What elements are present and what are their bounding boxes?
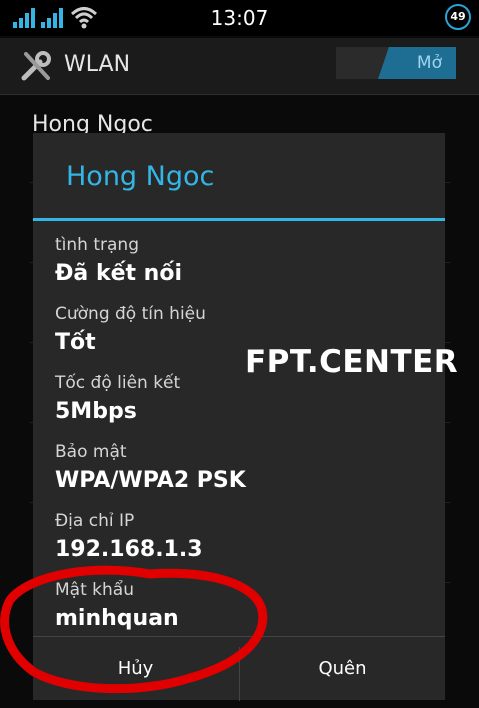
status-time: 13:07 <box>210 6 269 30</box>
ip-address-label: Địa chỉ IP <box>55 511 135 531</box>
wrench-icon[interactable] <box>20 50 54 82</box>
security-value: WPA/WPA2 PSK <box>55 468 246 493</box>
watermark: FPT.CENTER <box>245 344 459 380</box>
red-annotation-circle <box>0 565 268 694</box>
title-divider <box>33 218 445 221</box>
status-bar: 13:07 49 <box>0 0 479 36</box>
dialog-title: Hong Ngoc <box>66 161 215 192</box>
signal-strength-value: Tốt <box>55 330 96 355</box>
page-title: WLAN <box>64 52 131 77</box>
toggle-label: Mở <box>416 53 442 73</box>
status-value: Đã kết nối <box>55 261 182 286</box>
link-speed-value: 5Mbps <box>55 399 137 424</box>
status-label: tình trạng <box>55 235 139 255</box>
ip-address-value: 192.168.1.3 <box>55 537 203 562</box>
battery-circle-icon: 49 <box>445 4 471 30</box>
security-label: Bảo mật <box>55 442 127 462</box>
wlan-toggle[interactable]: Mở <box>336 47 456 79</box>
link-speed-label: Tốc độ liên kết <box>55 373 181 393</box>
action-bar: WLAN Mở <box>0 38 479 95</box>
signal-strength-label: Cường độ tín hiệu <box>55 304 206 324</box>
